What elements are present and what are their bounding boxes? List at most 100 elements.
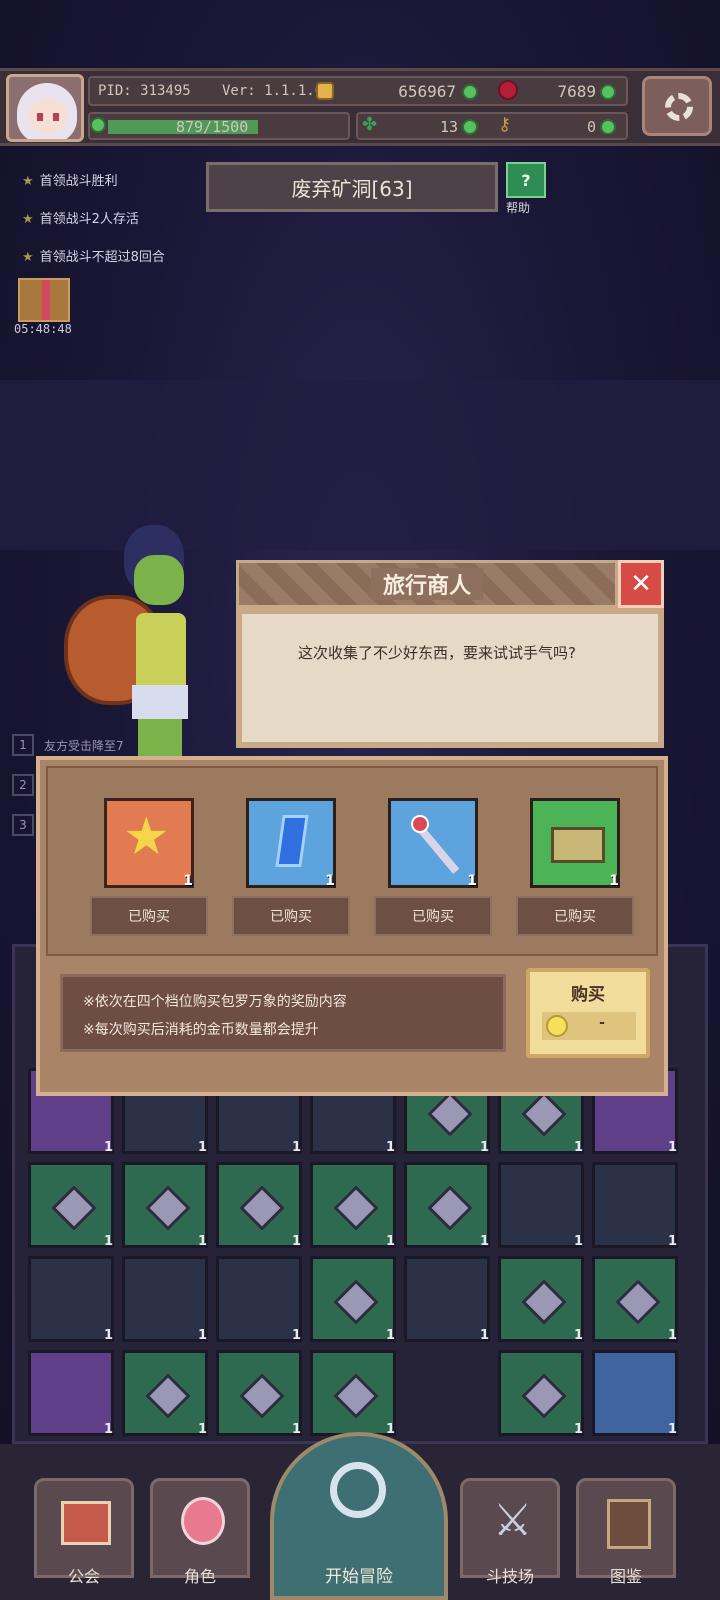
item-count: 1	[103, 1140, 113, 1155]
item-count: 1	[103, 1328, 113, 1343]
dialog-title: 旅行商人	[370, 568, 483, 600]
item-count: 1	[197, 1328, 207, 1343]
ore-gem-icon	[427, 1185, 473, 1231]
inventory-cell[interactable]: 1	[216, 1256, 302, 1343]
inventory-cell[interactable]: 1	[592, 1256, 678, 1343]
bought-button[interactable]: 已购买	[516, 896, 634, 936]
book-icon	[607, 1499, 651, 1549]
gold-count: 656967	[398, 82, 456, 101]
inventory-cell[interactable]: 1	[498, 1162, 584, 1249]
inventory-cell[interactable]: 1	[310, 1350, 396, 1437]
item-count: 1	[103, 1234, 113, 1249]
quest-item: ★ 首领战斗胜利	[22, 170, 118, 189]
dialog-body: 这次收集了不少好东西，要来试试手气吗?	[236, 608, 664, 748]
item-count: 1	[667, 1140, 677, 1155]
ore-gem-icon	[51, 1185, 97, 1231]
blue-crystal-icon	[275, 815, 309, 867]
key-icon: ⚷	[498, 114, 512, 135]
ore-gem-icon	[333, 1279, 379, 1325]
nav-character-label: 角色	[183, 1567, 216, 1586]
gold-coin-icon	[546, 1015, 568, 1037]
item-count: 1	[197, 1422, 207, 1437]
shop-info-box: ※依次在四个档位购买包罗万象的奖励内容 ※每次购买后消耗的金币数量都会提升	[60, 974, 506, 1052]
item-count: 1	[479, 1328, 489, 1343]
quest-label: 首领战斗2人存活	[39, 212, 139, 227]
item-quantity: 1	[325, 873, 335, 889]
inventory-cell[interactable]: 1	[122, 1162, 208, 1249]
item-count: 1	[291, 1328, 301, 1343]
inventory-cell[interactable]: 1	[28, 1162, 114, 1249]
crossed-swords-icon: ⚔	[493, 1495, 533, 1546]
ore-gem-icon	[521, 1373, 567, 1419]
quest-label: 首领战斗胜利	[39, 174, 118, 189]
inventory-cell[interactable]: 1	[216, 1162, 302, 1249]
item-count: 1	[291, 1422, 301, 1437]
shop-slot-crystal[interactable]: 1	[246, 798, 336, 889]
ore-gem-icon	[145, 1185, 191, 1231]
inventory-cell[interactable]: 1	[592, 1162, 678, 1249]
inventory-cell[interactable]: 1	[28, 1256, 114, 1343]
inventory-cell[interactable]: 1	[404, 1256, 490, 1343]
inventory-cell[interactable]: 1	[28, 1350, 114, 1437]
exp-icon	[90, 117, 106, 133]
item-count: 1	[103, 1422, 113, 1437]
inventory-cell[interactable]: 1	[122, 1350, 208, 1437]
exp-text: 879/1500	[176, 118, 249, 136]
star-icon: ★	[22, 212, 34, 227]
item-quantity: 1	[609, 873, 619, 889]
close-icon: ✕	[630, 569, 652, 599]
quest-item: ★ 首领战斗2人存活	[22, 208, 139, 227]
item-count: 1	[667, 1328, 677, 1343]
help-label: 帮助	[506, 201, 531, 215]
help-button[interactable]: ? 帮助	[506, 162, 554, 215]
magnifier-icon	[330, 1462, 386, 1518]
shop-slot-wand[interactable]: 1	[388, 798, 478, 889]
inventory-cell[interactable]: 1	[498, 1350, 584, 1437]
treasure-chest-icon	[551, 827, 605, 863]
ore-gem-icon	[145, 1373, 191, 1419]
shop-slot-chest[interactable]: 1	[530, 798, 620, 889]
item-count: 1	[573, 1328, 583, 1343]
item-count: 1	[573, 1422, 583, 1437]
item-count: 1	[197, 1140, 207, 1155]
shop-panel: ★ 1 1 1 1 已购买 已购买 已购买 已购买 ※依次在四个档位购买包罗万象…	[36, 756, 668, 1096]
red-gem-icon	[498, 80, 518, 100]
plus-icon[interactable]	[462, 119, 478, 135]
guild-icon	[61, 1501, 111, 1545]
ore-gem-icon	[239, 1373, 285, 1419]
item-quantity: 1	[467, 873, 477, 889]
inventory-cell[interactable]: 1	[310, 1256, 396, 1343]
buy-button[interactable]: 购买 -	[526, 968, 650, 1058]
merchant-dialog: 旅行商人 ✕ 这次收集了不少好东西，要来试试手气吗?	[236, 560, 666, 748]
bought-button[interactable]: 已购买	[232, 896, 350, 936]
settings-button[interactable]	[642, 76, 712, 136]
inventory-cell[interactable]: 1	[122, 1256, 208, 1343]
shop-slot-star[interactable]: ★ 1	[104, 798, 194, 889]
dialog-header: 旅行商人	[236, 560, 618, 608]
bought-button[interactable]: 已购买	[90, 896, 208, 936]
ore-gem-icon	[333, 1185, 379, 1231]
item-quantity: 1	[183, 873, 193, 889]
plus-icon[interactable]	[600, 84, 616, 100]
player-avatar[interactable]	[6, 74, 84, 142]
inventory-cell[interactable]: 1	[498, 1256, 584, 1343]
plus-icon[interactable]	[462, 84, 478, 100]
ore-gem-icon	[427, 1091, 473, 1137]
plus-icon[interactable]	[600, 119, 616, 135]
inventory-cell[interactable]: 1	[310, 1162, 396, 1249]
clover-icon: ✤	[362, 114, 378, 135]
inventory-cell[interactable]: 1	[592, 1350, 678, 1437]
gift-box-icon[interactable]	[18, 278, 70, 322]
buy-cost: -	[542, 1012, 636, 1040]
ore-gem-icon	[239, 1185, 285, 1231]
stage-title: 废弃矿洞[63]	[206, 162, 498, 212]
item-count: 1	[667, 1234, 677, 1249]
version-label: Ver: 1.1.1.0	[222, 83, 324, 99]
close-button[interactable]: ✕	[618, 560, 664, 608]
question-mark-icon: ?	[506, 162, 546, 198]
inventory-cell[interactable]: 1	[404, 1162, 490, 1249]
clover-count: 13	[439, 118, 458, 136]
bought-button[interactable]: 已购买	[374, 896, 492, 936]
item-count: 1	[291, 1234, 301, 1249]
inventory-cell[interactable]: 1	[216, 1350, 302, 1437]
